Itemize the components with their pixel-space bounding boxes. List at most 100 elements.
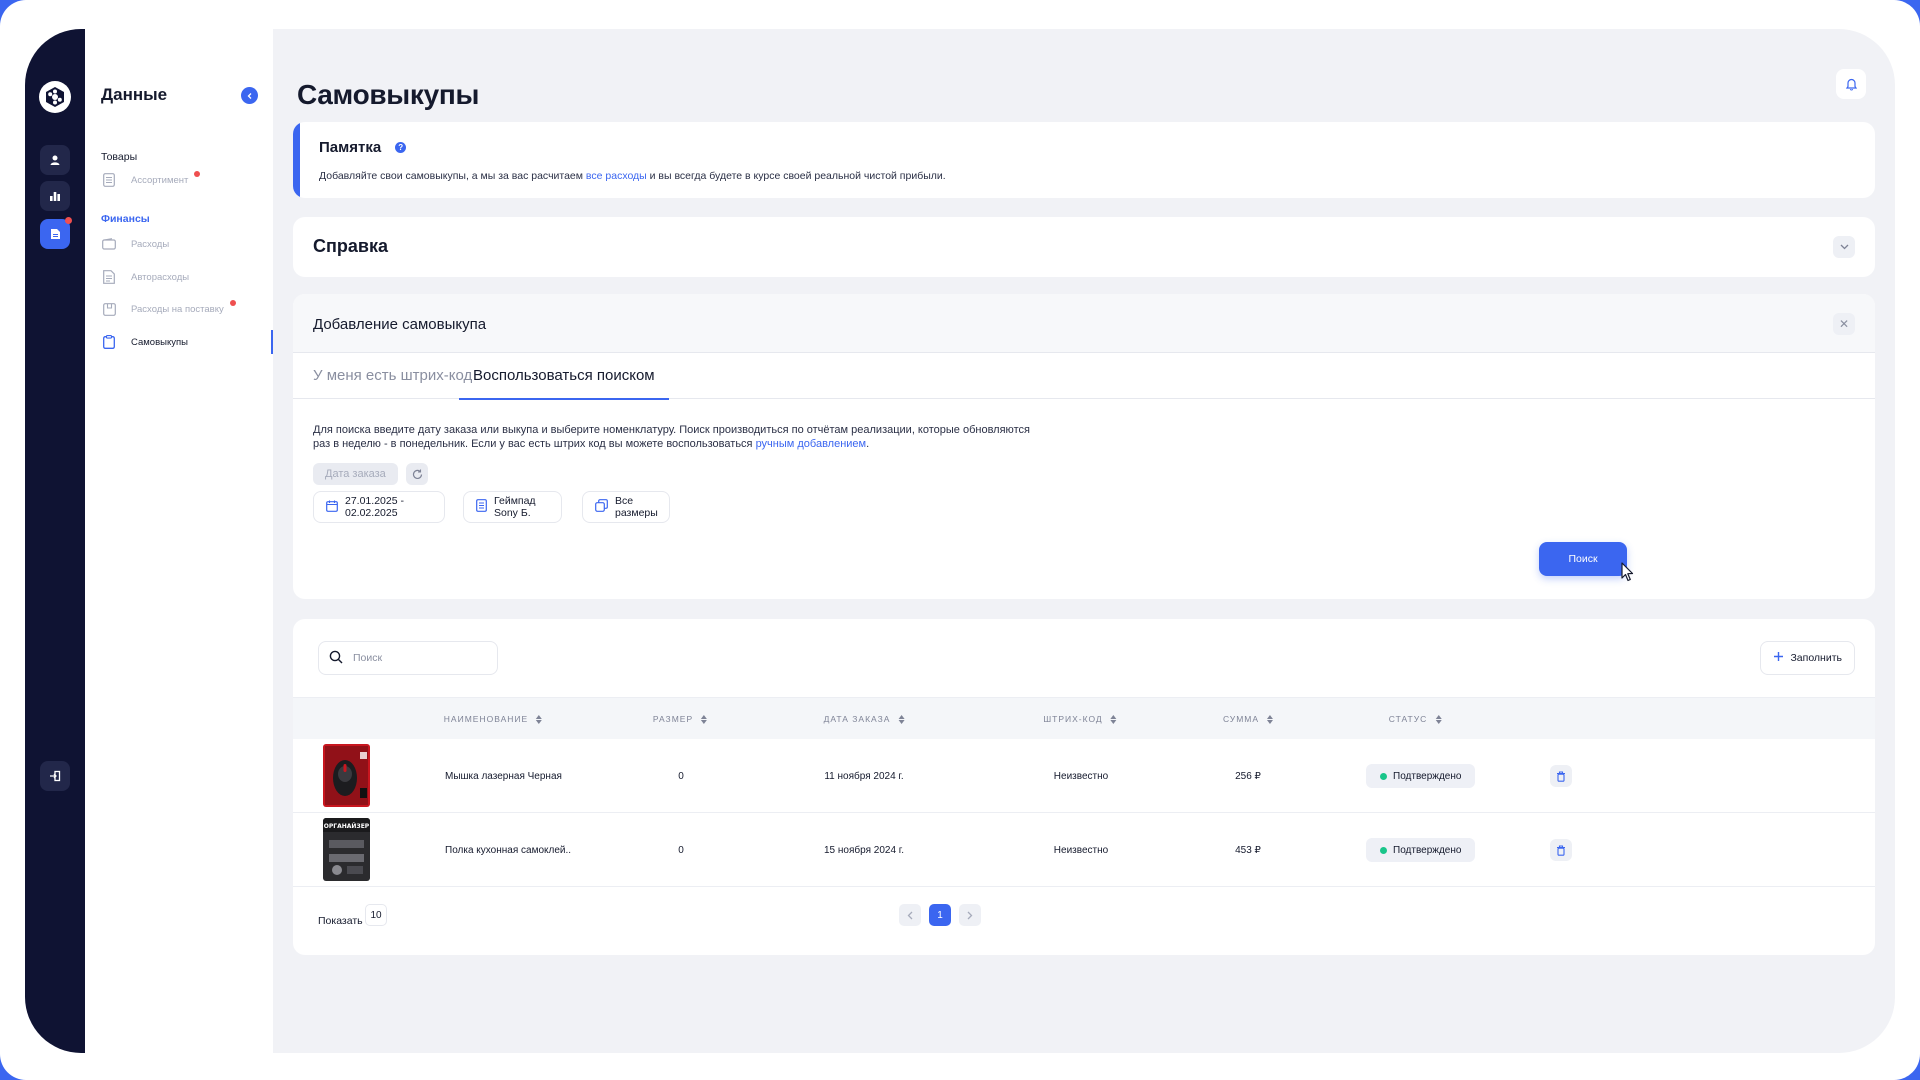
add-form-header: Добавление самовыкупа ✕: [293, 294, 1875, 353]
sort-icon: [1267, 714, 1274, 724]
tab-barcode[interactable]: У меня есть штрих-код: [313, 353, 472, 399]
question-icon[interactable]: ?: [395, 142, 407, 153]
page-size-select[interactable]: 10: [365, 904, 387, 926]
column-header-sum[interactable]: СУММА: [1222, 698, 1274, 740]
cell-name: Мышка лазерная Черная: [445, 770, 562, 782]
sidebar-item-label: Расходы на поставку: [131, 303, 224, 315]
sidebar-item-self-purchases[interactable]: Самовыкупы: [101, 330, 273, 354]
sort-icon: [1435, 714, 1442, 724]
logout-icon[interactable]: [40, 761, 70, 791]
collapse-sidebar-button[interactable]: [241, 87, 258, 104]
manual-add-link[interactable]: ручным добавлением: [756, 438, 867, 450]
add-form-tabs: У меня есть штрих-код Воспользоваться по…: [293, 353, 1875, 400]
trash-icon[interactable]: [1550, 765, 1572, 787]
copy-icon: [595, 499, 608, 515]
cell-order-date: 15 ноября 2024 г.: [824, 844, 904, 856]
bell-icon[interactable]: [1836, 69, 1866, 99]
add-form-description: Для поиска введите дату заказа или выкуп…: [313, 423, 1033, 451]
cell-name: Полка кухонная самоклей..: [445, 844, 572, 856]
cell-order-date: 11 ноября 2024 г.: [824, 770, 904, 782]
sidebar-item-label: Авторасходы: [131, 271, 190, 283]
sort-icon: [536, 714, 543, 724]
notification-dot: [194, 171, 201, 177]
wallet-icon: [101, 236, 117, 252]
fill-button[interactable]: Заполнить: [1760, 641, 1855, 675]
sidebar-item-expenses[interactable]: Расходы: [101, 232, 273, 256]
column-header-label: СТАТУС: [1388, 714, 1428, 724]
icon-rail: [25, 29, 85, 1053]
page-title: Самовыкупы: [297, 79, 480, 110]
add-self-purchase-card: Добавление самовыкупа ✕ У меня есть штри…: [293, 294, 1875, 599]
search-placeholder: Поиск: [353, 652, 383, 664]
prev-page-button[interactable]: [899, 904, 921, 926]
user-icon[interactable]: [40, 145, 70, 175]
column-header-status[interactable]: СТАТУС: [1389, 698, 1442, 740]
box-icon: [101, 301, 117, 317]
memo-text-part: и вы всегда будете в курсе своей реально…: [646, 170, 946, 182]
column-header-barcode[interactable]: ШТРИХ-КОД: [1043, 698, 1117, 740]
chart-icon[interactable]: [40, 181, 70, 211]
sidebar-item-auto-expenses[interactable]: Авторасходы: [101, 265, 273, 289]
refresh-icon[interactable]: [406, 463, 428, 485]
table-search-input[interactable]: Поиск: [318, 641, 498, 675]
column-header-label: СУММА: [1222, 714, 1260, 724]
all-expenses-link[interactable]: все расходы: [586, 170, 647, 182]
logo-icon[interactable]: [39, 81, 71, 113]
status-badge: Подтверждено: [1366, 764, 1476, 788]
close-icon[interactable]: ✕: [1833, 313, 1855, 335]
date-range-value: 27.01.2025 - 02.02.2025: [345, 495, 404, 519]
reference-title: Справка: [313, 236, 388, 256]
chevron-down-icon[interactable]: [1833, 236, 1855, 258]
add-form-title: Добавление самовыкупа: [313, 316, 487, 333]
search-button[interactable]: Поиск: [1539, 542, 1627, 576]
table-row[interactable]: Мышка лазерная Черная 0 11 ноября 2024 г…: [293, 739, 1875, 813]
column-header-name[interactable]: НАИМЕНОВАНИЕ: [444, 698, 543, 740]
cell-sum: 256 ₽: [1235, 770, 1261, 782]
cell-size: 0: [678, 770, 684, 782]
sort-icon: [1110, 714, 1117, 724]
column-header-label: ШТРИХ-КОД: [1043, 714, 1103, 724]
main-content: Самовыкупы Памятка ? Добавляйте свои сам…: [273, 29, 1895, 1053]
date-range-picker[interactable]: 27.01.2025 - 02.02.2025: [313, 491, 445, 523]
notification-dot: [65, 217, 72, 224]
description-text: .: [866, 438, 870, 450]
sidebar-item-supply-expenses[interactable]: Расходы на поставку: [101, 297, 273, 321]
product-select[interactable]: Геймпад Sony Б.: [463, 491, 562, 523]
column-header-size[interactable]: РАЗМЕР: [653, 698, 708, 740]
mouse-cursor-icon: [1621, 562, 1635, 587]
sidebar-item-label: Ассортимент: [131, 174, 189, 186]
trash-icon[interactable]: [1550, 839, 1572, 861]
page-number-button[interactable]: 1: [929, 904, 951, 926]
next-page-button[interactable]: [959, 904, 981, 926]
status-dot: [1380, 846, 1387, 854]
table-row[interactable]: ОРГАНАЙЗЕР Полка кухонная самоклей.. 0 1…: [293, 813, 1875, 887]
tab-search[interactable]: Воспользоваться поиском: [459, 353, 669, 400]
column-header-label: ДАТА ЗАКАЗА: [823, 714, 891, 724]
sidebar-item-assortment[interactable]: Ассортимент: [101, 168, 273, 192]
device-frame: Данные Товары Ассортимент Финансы Расход…: [0, 0, 1920, 1080]
cell-sum: 453 ₽: [1235, 844, 1261, 856]
document-icon[interactable]: [40, 217, 72, 249]
sidebar-item-label: Расходы: [131, 238, 170, 250]
reference-card[interactable]: Справка: [293, 217, 1875, 277]
cell-size: 0: [678, 844, 684, 856]
list-icon: [101, 172, 117, 188]
date-type-select[interactable]: Дата заказа: [313, 463, 398, 485]
sidebar-group-goods: Товары: [101, 151, 138, 163]
column-header-order-date[interactable]: ДАТА ЗАКАЗА: [824, 698, 905, 740]
memo-title: Памятка: [319, 139, 382, 156]
size-select[interactable]: Все размеры: [582, 491, 670, 523]
thumbnail-label: ОРГАНАЙЗЕР: [324, 822, 370, 830]
clipboard-icon: [101, 334, 117, 350]
page-size-label: Показать: [318, 915, 363, 927]
app-screen: Данные Товары Ассортимент Финансы Расход…: [25, 29, 1895, 1053]
table-header: НАИМЕНОВАНИЕ РАЗМЕР ДАТА ЗАКАЗА ШТРИХ-КО…: [293, 697, 1875, 739]
sidebar-title: Данные: [101, 85, 168, 104]
self-purchases-table-card: Поиск Заполнить НАИМЕНОВАНИЕ РАЗМЕР ДАТА…: [293, 619, 1875, 955]
plus-icon: [1773, 651, 1784, 665]
sort-icon: [898, 714, 905, 724]
product-thumbnail-shelf: ОРГАНАЙЗЕР: [323, 818, 370, 881]
notification-dot: [229, 300, 236, 306]
fill-button-label: Заполнить: [1790, 652, 1842, 664]
sidebar: Данные Товары Ассортимент Финансы Расход…: [85, 29, 273, 1053]
